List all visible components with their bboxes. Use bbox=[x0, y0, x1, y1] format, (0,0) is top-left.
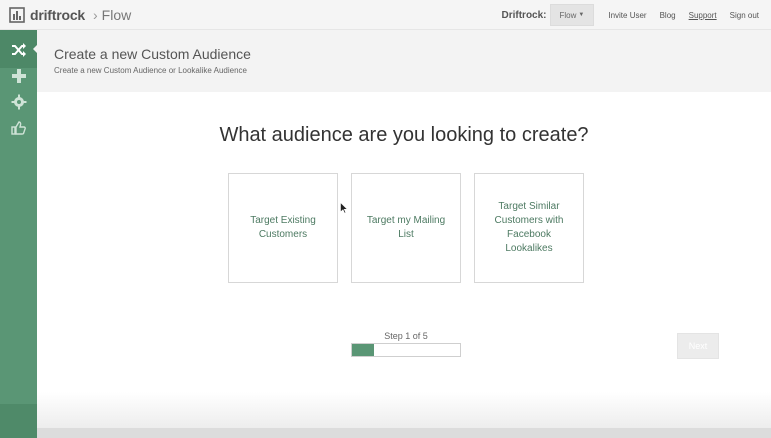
invite-user-link[interactable]: Invite User bbox=[608, 11, 646, 20]
caret-down-icon: ▼ bbox=[578, 12, 585, 18]
bar-chart-icon bbox=[9, 6, 25, 23]
page-subtitle: Create a new Custom Audience or Lookalik… bbox=[54, 66, 248, 75]
product-name[interactable]: Flow bbox=[102, 7, 132, 23]
sidebar bbox=[0, 30, 38, 438]
next-button[interactable]: Next bbox=[677, 333, 719, 359]
flow-dropdown[interactable]: Flow ▼ bbox=[549, 4, 595, 26]
option-target-mailing-list[interactable]: Target my Mailing List bbox=[351, 173, 461, 283]
account-label: Driftrock: bbox=[501, 9, 547, 21]
logo[interactable]: driftrock bbox=[9, 7, 85, 23]
mouse-cursor-icon bbox=[340, 201, 349, 214]
shuffle-icon[interactable] bbox=[11, 42, 27, 58]
option-target-existing-customers[interactable]: Target Existing Customers bbox=[228, 173, 338, 283]
chevron-right-icon: › bbox=[93, 6, 98, 23]
option-target-lookalikes[interactable]: Target Similar Customers with Facebook L… bbox=[474, 173, 584, 283]
plus-icon[interactable] bbox=[11, 68, 27, 84]
option-label: Target my Mailing List bbox=[366, 215, 446, 240]
support-link[interactable]: Support bbox=[689, 11, 717, 20]
flow-dropdown-label: Flow bbox=[559, 10, 577, 20]
step-progress-fill bbox=[352, 344, 374, 356]
page-title: Create a new Custom Audience bbox=[54, 46, 251, 62]
top-navbar: driftrock › Flow Driftrock: Flow ▼ Invit… bbox=[0, 0, 771, 30]
step-label: Step 1 of 5 bbox=[384, 331, 428, 341]
sidebar-footer bbox=[0, 404, 37, 438]
step-progress-bar bbox=[351, 343, 461, 357]
sign-out-link[interactable]: Sign out bbox=[730, 11, 759, 20]
page-header: Create a new Custom Audience Create a ne… bbox=[37, 30, 771, 92]
blog-link[interactable]: Blog bbox=[660, 11, 676, 20]
brand-name: driftrock bbox=[30, 6, 85, 23]
footer-bar bbox=[37, 428, 771, 438]
gear-icon[interactable] bbox=[11, 94, 27, 110]
audience-question: What audience are you looking to create? bbox=[219, 124, 589, 146]
option-label: Target Similar Customers with Facebook L… bbox=[494, 201, 564, 254]
thumbs-up-icon[interactable] bbox=[11, 120, 27, 136]
option-label: Target Existing Customers bbox=[250, 215, 316, 240]
